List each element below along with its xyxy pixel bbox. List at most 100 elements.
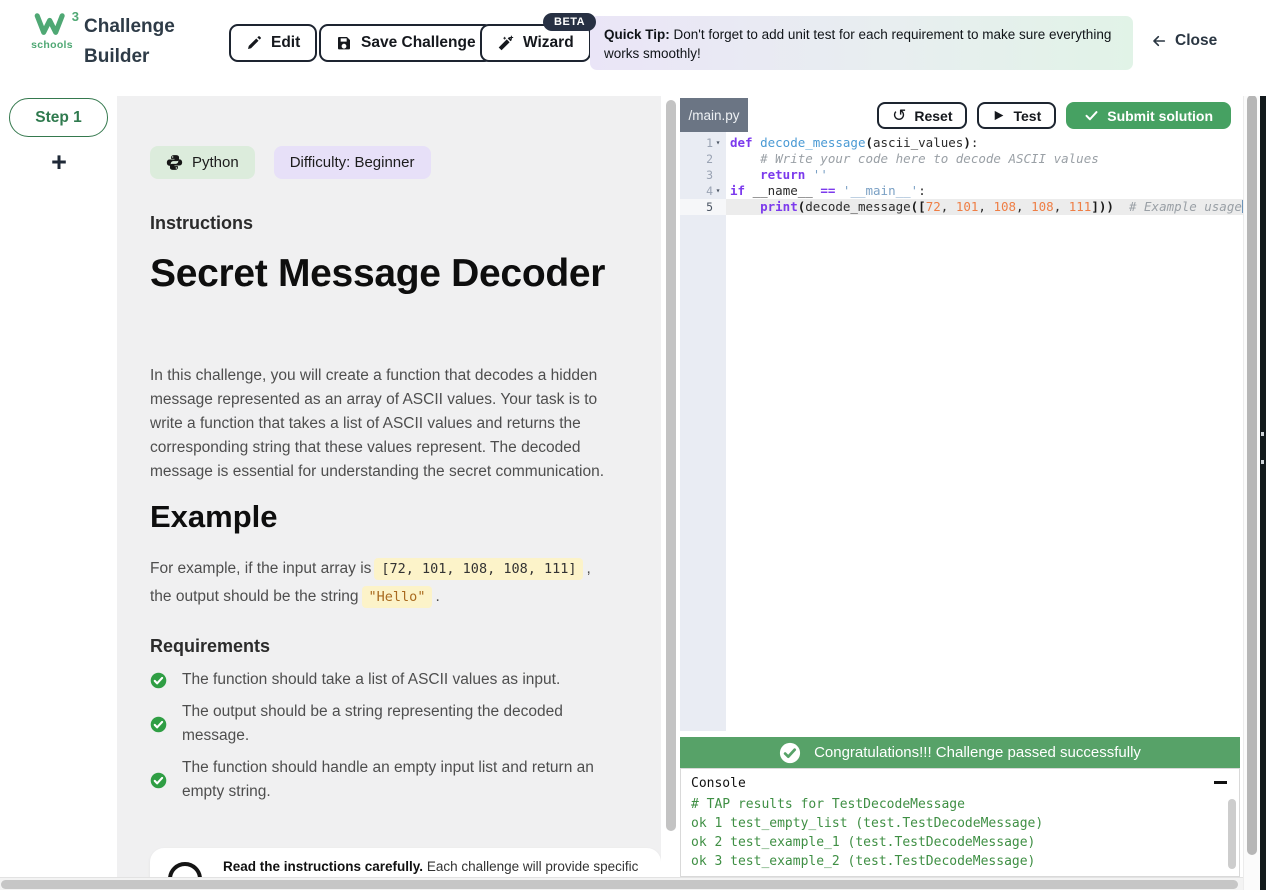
reset-icon: ↺ <box>892 109 906 123</box>
logo-sup: 3 <box>72 9 79 24</box>
line-number: 5 <box>680 199 726 215</box>
check-icon <box>1084 108 1099 123</box>
example-heading: Example <box>150 499 278 535</box>
test-button-label: Test <box>1013 108 1041 124</box>
code-text[interactable]: return '' <box>726 167 1240 183</box>
magic-wand-icon <box>497 35 514 52</box>
file-tab-main-py[interactable]: /main.py <box>680 98 748 132</box>
language-badge-label: Python <box>192 154 239 171</box>
example-suffix: . <box>435 588 439 605</box>
code-line-5[interactable]: 5 print(decode_message([72, 101, 108, 10… <box>680 199 1240 215</box>
code-line-2[interactable]: 2 # Write your code here to decode ASCII… <box>680 151 1240 167</box>
code-lines[interactable]: 1▾def decode_message(ascii_values):2 # W… <box>680 135 1240 215</box>
fold-arrow-icon[interactable]: ▾ <box>713 183 723 199</box>
wizard-button-label: Wizard <box>523 34 574 52</box>
example-prefix: For example, if the input array is <box>150 560 371 577</box>
requirement-text: The function should handle an empty inpu… <box>182 756 605 804</box>
code-line-1[interactable]: 1▾def decode_message(ascii_values): <box>680 135 1240 151</box>
add-step-button[interactable]: + <box>45 148 73 176</box>
header: 3 schools Challenge Builder Edit Save Ch… <box>0 0 1266 96</box>
console-line: ok 2 test_example_1 (test.TestDecodeMess… <box>691 833 1229 852</box>
pencil-icon <box>246 35 262 51</box>
requirement-text: The function should take a list of ASCII… <box>182 668 560 692</box>
fold-arrow-icon[interactable]: ▾ <box>713 135 723 151</box>
horizontal-scrollbar-track[interactable] <box>0 877 1266 890</box>
vertical-scrollbar-thumb[interactable] <box>1247 95 1257 855</box>
w3-logo-icon <box>33 13 71 37</box>
code-line-3[interactable]: 3 return '' <box>680 167 1240 183</box>
submit-solution-button[interactable]: Submit solution <box>1066 102 1231 129</box>
challenge-title: Secret Message Decoder <box>150 250 630 298</box>
example-code-string: "Hello" <box>362 586 433 608</box>
requirement-item: The function should handle an empty inpu… <box>150 756 605 804</box>
console-minimize-button[interactable] <box>1214 781 1227 784</box>
note-text: Read the instructions carefully. Each ch… <box>223 848 648 876</box>
page-title: Challenge Builder <box>84 12 175 72</box>
instructions-heading: Instructions <box>150 213 253 234</box>
console-line: ok 1 test_empty_list (test.TestDecodeMes… <box>691 814 1229 833</box>
instructions-scrollbar-thumb[interactable] <box>666 100 676 831</box>
requirements-heading: Requirements <box>150 636 270 657</box>
code-line-4[interactable]: 4▾if __name__ == '__main__': <box>680 183 1240 199</box>
success-banner-text: Congratulations!!! Challenge passed succ… <box>814 744 1141 761</box>
console-output: # TAP results for TestDecodeMessageok 1 … <box>691 795 1229 871</box>
challenge-description: In this challenge, you will create a fun… <box>150 364 616 484</box>
test-button[interactable]: Test <box>977 102 1056 129</box>
requirement-item: The function should take a list of ASCII… <box>150 668 605 692</box>
w3schools-logo: 3 schools <box>28 13 76 51</box>
edit-button[interactable]: Edit <box>229 24 317 62</box>
reset-button-label: Reset <box>914 108 952 124</box>
example-code-array: [72, 101, 108, 108, 111] <box>374 558 583 580</box>
requirement-text: The output should be a string representi… <box>182 700 605 748</box>
line-number: 4▾ <box>680 183 726 199</box>
example-paragraph: For example, if the input array is[72, 1… <box>150 555 602 611</box>
code-editor[interactable]: /main.py ↺ Reset Test Submit solution 1▾… <box>680 96 1240 731</box>
page-title-line2: Builder <box>84 42 175 72</box>
line-number: 1▾ <box>680 135 726 151</box>
edge-dot <box>1261 460 1264 464</box>
editor-gutter <box>680 132 726 731</box>
note-text-rest: Each challenge will provide specific <box>423 859 638 874</box>
play-icon <box>992 109 1005 122</box>
step-1-button[interactable]: Step 1 <box>9 98 108 137</box>
console-panel: Console # TAP results for TestDecodeMess… <box>680 768 1240 877</box>
submit-button-label: Submit solution <box>1107 108 1213 124</box>
note-card: Read the instructions carefully. Each ch… <box>150 848 661 877</box>
code-text[interactable]: if __name__ == '__main__': <box>726 183 1240 199</box>
reset-button[interactable]: ↺ Reset <box>877 102 967 129</box>
save-icon <box>336 35 352 51</box>
check-circle-icon <box>150 716 167 733</box>
close-button[interactable]: Close <box>1150 32 1217 50</box>
success-banner: Congratulations!!! Challenge passed succ… <box>680 737 1240 768</box>
line-number: 2 <box>680 151 726 167</box>
save-challenge-button[interactable]: Save Challenge <box>319 24 493 62</box>
note-circle-icon <box>168 862 202 877</box>
difficulty-badge: Difficulty: Beginner <box>274 146 431 179</box>
quick-tip-banner: Quick Tip: Don't forget to add unit test… <box>590 16 1133 70</box>
line-number: 3 <box>680 167 726 183</box>
success-check-icon <box>779 742 801 764</box>
quick-tip-text: Don't forget to add unit test for each r… <box>604 27 1111 61</box>
note-text-bold: Read the instructions carefully. <box>223 859 423 874</box>
quick-tip-label: Quick Tip: <box>604 27 670 42</box>
edit-button-label: Edit <box>271 34 300 52</box>
window-edge-strip <box>1260 0 1266 890</box>
language-badge: Python <box>150 146 255 179</box>
console-title: Console <box>691 776 1229 791</box>
code-text[interactable]: def decode_message(ascii_values): <box>726 135 1240 151</box>
arrow-left-icon <box>1150 33 1168 49</box>
vertical-scrollbar-track[interactable] <box>1243 0 1260 890</box>
code-text[interactable]: print(decode_message([72, 101, 108, 108,… <box>726 199 1243 215</box>
console-scrollbar-thumb[interactable] <box>1228 799 1236 869</box>
console-line: # TAP results for TestDecodeMessage <box>691 795 1229 814</box>
horizontal-scrollbar-thumb[interactable] <box>1 880 1238 889</box>
close-button-label: Close <box>1175 32 1217 50</box>
check-circle-icon <box>150 772 167 789</box>
save-challenge-button-label: Save Challenge <box>361 34 476 52</box>
page-title-line1: Challenge <box>84 12 175 42</box>
beta-badge: BETA <box>543 13 596 31</box>
code-text[interactable]: # Write your code here to decode ASCII v… <box>726 151 1240 167</box>
requirement-item: The output should be a string representi… <box>150 700 605 748</box>
python-icon <box>166 154 183 171</box>
requirements-list: The function should take a list of ASCII… <box>150 668 605 804</box>
